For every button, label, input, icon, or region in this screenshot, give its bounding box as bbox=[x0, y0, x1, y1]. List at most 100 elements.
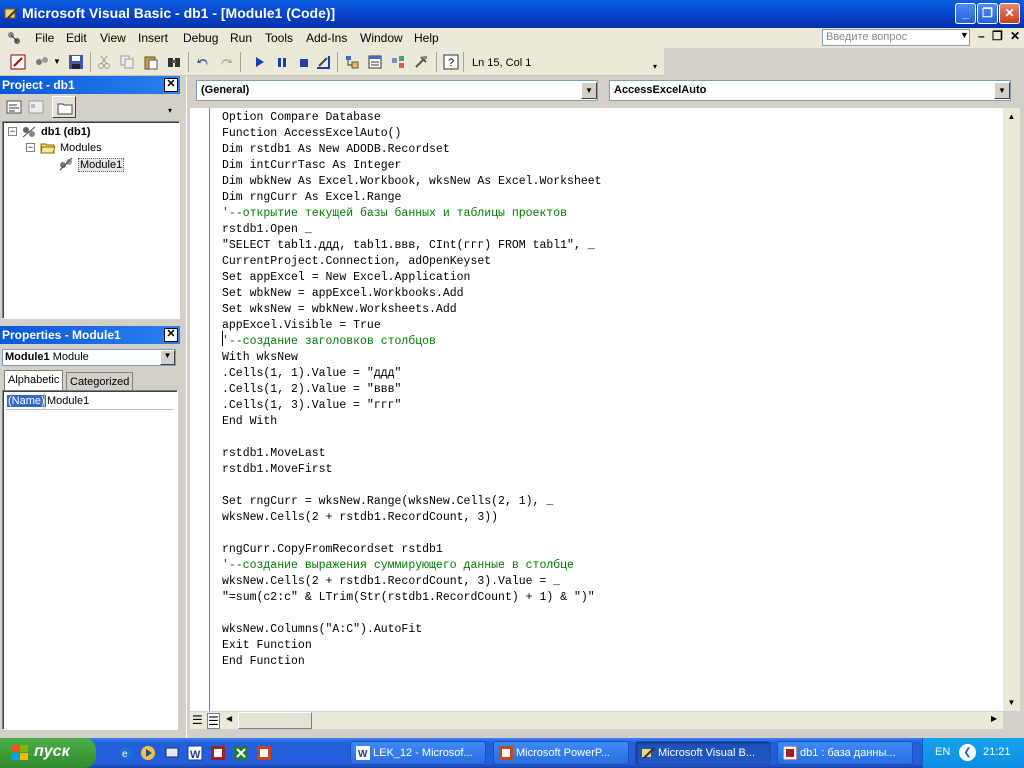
code-line[interactable]: rngCurr.CopyFromRecordset rstdb1 bbox=[222, 542, 443, 558]
code-line[interactable]: Dim intCurrTasc As Integer bbox=[222, 158, 401, 174]
menu-addins[interactable]: Add-Ins bbox=[306, 31, 347, 45]
view-access-icon[interactable] bbox=[10, 54, 26, 70]
code-line[interactable]: Dim wbkNew As Excel.Workbook, wksNew As … bbox=[222, 174, 602, 190]
minimize-button[interactable]: _ bbox=[955, 3, 976, 24]
property-name-value[interactable]: Module1 bbox=[47, 395, 89, 407]
language-indicator[interactable]: EN bbox=[935, 746, 950, 758]
project-close-button[interactable]: ✕ bbox=[164, 78, 178, 92]
design-mode-icon[interactable] bbox=[315, 54, 331, 70]
object-browser-icon[interactable] bbox=[390, 54, 406, 70]
ie-quicklaunch-icon[interactable]: e bbox=[118, 745, 134, 761]
code-line[interactable]: End Function bbox=[222, 654, 305, 670]
mdi-close-button[interactable]: ✕ bbox=[1010, 29, 1020, 43]
excel-quicklaunch-icon[interactable] bbox=[233, 745, 249, 761]
view-object-icon[interactable] bbox=[28, 99, 44, 115]
code-line[interactable]: With wksNew bbox=[222, 350, 298, 366]
menu-debug[interactable]: Debug bbox=[183, 31, 218, 45]
code-line[interactable]: Exit Function bbox=[222, 638, 312, 654]
code-line[interactable]: Dim rngCurr As Excel.Range bbox=[222, 190, 401, 206]
task-visual-basic[interactable]: Microsoft Visual B... bbox=[635, 741, 771, 765]
tree-collapse-icon[interactable]: − bbox=[26, 143, 35, 152]
code-line[interactable]: End With bbox=[222, 414, 277, 430]
project-explorer-icon[interactable] bbox=[344, 54, 360, 70]
access-quicklaunch-icon[interactable] bbox=[210, 745, 226, 761]
menu-window[interactable]: Window bbox=[360, 31, 403, 45]
ask-dropdown-icon[interactable]: ▼ bbox=[960, 30, 969, 40]
properties-close-button[interactable]: ✕ bbox=[164, 328, 178, 342]
restore-button[interactable]: ❐ bbox=[977, 3, 998, 24]
code-line[interactable]: .Cells(1, 1).Value = "ддд" bbox=[222, 366, 401, 382]
properties-combo-dropdown-icon[interactable]: ▼ bbox=[160, 350, 175, 365]
code-line[interactable]: Set appExcel = New Excel.Application bbox=[222, 270, 470, 286]
margin-indicator-bar[interactable] bbox=[190, 108, 210, 711]
word-quicklaunch-icon[interactable]: W bbox=[187, 745, 203, 761]
run-icon[interactable] bbox=[252, 54, 268, 70]
horizontal-scroll-thumb[interactable] bbox=[238, 712, 312, 729]
procedure-dropdown-icon[interactable]: ▼ bbox=[994, 82, 1010, 99]
properties-window-icon[interactable] bbox=[367, 54, 383, 70]
code-line[interactable]: Dim rstdb1 As New ADODB.Recordset bbox=[222, 142, 450, 158]
scroll-down-icon[interactable]: ▼ bbox=[1003, 694, 1020, 711]
vb-app-icon[interactable] bbox=[3, 6, 19, 22]
redo-icon[interactable] bbox=[218, 54, 234, 70]
code-line[interactable]: wksNew.Cells(2 + rstdb1.RecordCount, 3)) bbox=[222, 510, 498, 526]
menu-edit[interactable]: Edit bbox=[66, 31, 87, 45]
scroll-up-icon[interactable]: ▲ bbox=[1003, 108, 1020, 125]
menu-tools[interactable]: Tools bbox=[265, 31, 293, 45]
project-toolbar-dropdown-icon[interactable]: ▾ bbox=[168, 106, 172, 115]
task-access[interactable]: db1 : база данны... bbox=[777, 741, 913, 765]
cut-icon[interactable] bbox=[96, 54, 112, 70]
code-line[interactable]: .Cells(1, 3).Value = "ггг" bbox=[222, 398, 401, 414]
insert-dropdown-icon[interactable]: ▼ bbox=[53, 57, 61, 66]
undo-icon[interactable] bbox=[195, 54, 211, 70]
toggle-folders-button[interactable] bbox=[52, 96, 76, 118]
code-line[interactable]: rstdb1.MoveLast bbox=[222, 446, 326, 462]
tree-project-node[interactable]: db1 (db1) bbox=[41, 126, 91, 138]
show-hidden-icons-icon[interactable]: ❮ bbox=[959, 744, 976, 761]
object-dropdown-icon[interactable]: ▼ bbox=[581, 82, 597, 99]
menu-file[interactable]: File bbox=[35, 31, 54, 45]
procedure-combo[interactable]: AccessExcelAuto bbox=[609, 80, 1011, 101]
code-line[interactable]: "=sum(c2:c" & LTrim(Str(rstdb1.RecordCou… bbox=[222, 590, 595, 606]
toolbar-options-icon[interactable]: ▾ bbox=[653, 62, 657, 71]
menu-insert[interactable]: Insert bbox=[138, 31, 168, 45]
tab-alphabetic[interactable]: Alphabetic bbox=[4, 370, 64, 391]
properties-object-combo[interactable]: Module1 Module bbox=[2, 349, 176, 366]
close-button[interactable]: ✕ bbox=[999, 3, 1020, 24]
mdi-restore-button[interactable]: ❐ bbox=[992, 29, 1003, 43]
code-line[interactable]: '--создание заголовков столбцов bbox=[222, 334, 436, 350]
code-line[interactable]: Set rngCurr = wksNew.Range(wksNew.Cells(… bbox=[222, 494, 553, 510]
property-name-label[interactable]: (Name) bbox=[7, 395, 46, 407]
paste-icon[interactable] bbox=[143, 54, 159, 70]
code-editor[interactable]: Option Compare Database Function AccessEx… bbox=[210, 108, 1003, 711]
tab-categorized[interactable]: Categorized bbox=[66, 372, 134, 391]
code-line[interactable]: Option Compare Database bbox=[222, 110, 381, 126]
reset-icon[interactable] bbox=[296, 54, 312, 70]
code-line[interactable]: wksNew.Cells(2 + rstdb1.RecordCount, 3).… bbox=[222, 574, 560, 590]
code-line[interactable]: Set wbkNew = appExcel.Workbooks.Add bbox=[222, 286, 464, 302]
ask-question-input[interactable]: Введите вопрос bbox=[822, 29, 970, 46]
scroll-right-icon[interactable]: ▶ bbox=[991, 714, 997, 723]
full-module-view-icon[interactable]: ☰ bbox=[207, 713, 220, 729]
code-line[interactable]: rstdb1.MoveFirst bbox=[222, 462, 332, 478]
menu-help[interactable]: Help bbox=[414, 31, 439, 45]
insert-module-icon[interactable] bbox=[34, 54, 50, 70]
tree-module1-node[interactable]: Module1 bbox=[78, 158, 125, 172]
code-line[interactable]: '--создание выражения суммирующего данны… bbox=[222, 558, 574, 574]
code-line[interactable]: Set wksNew = wbkNew.Worksheets.Add bbox=[222, 302, 457, 318]
help-icon[interactable]: ? bbox=[443, 54, 459, 70]
menu-run[interactable]: Run bbox=[230, 31, 252, 45]
view-code-icon[interactable] bbox=[6, 99, 22, 115]
module-menu-icon[interactable] bbox=[6, 30, 22, 46]
code-line[interactable]: '--открытие текущей базы банных и таблиц… bbox=[222, 206, 567, 222]
code-line[interactable]: wksNew.Columns("A:C").AutoFit bbox=[222, 622, 422, 638]
procedure-view-icon[interactable]: ☰ bbox=[192, 713, 203, 727]
find-icon[interactable] bbox=[166, 54, 182, 70]
copy-icon[interactable] bbox=[119, 54, 135, 70]
scroll-left-icon[interactable]: ◀ bbox=[226, 714, 232, 723]
break-icon[interactable] bbox=[274, 54, 290, 70]
task-powerpoint[interactable]: Microsoft PowerP... bbox=[493, 741, 629, 765]
vertical-scrollbar[interactable]: ▲ ▼ bbox=[1003, 108, 1020, 711]
horizontal-scrollbar[interactable]: ◀ ▶ bbox=[224, 712, 1003, 729]
mdi-minimize-button[interactable]: – bbox=[978, 29, 985, 43]
